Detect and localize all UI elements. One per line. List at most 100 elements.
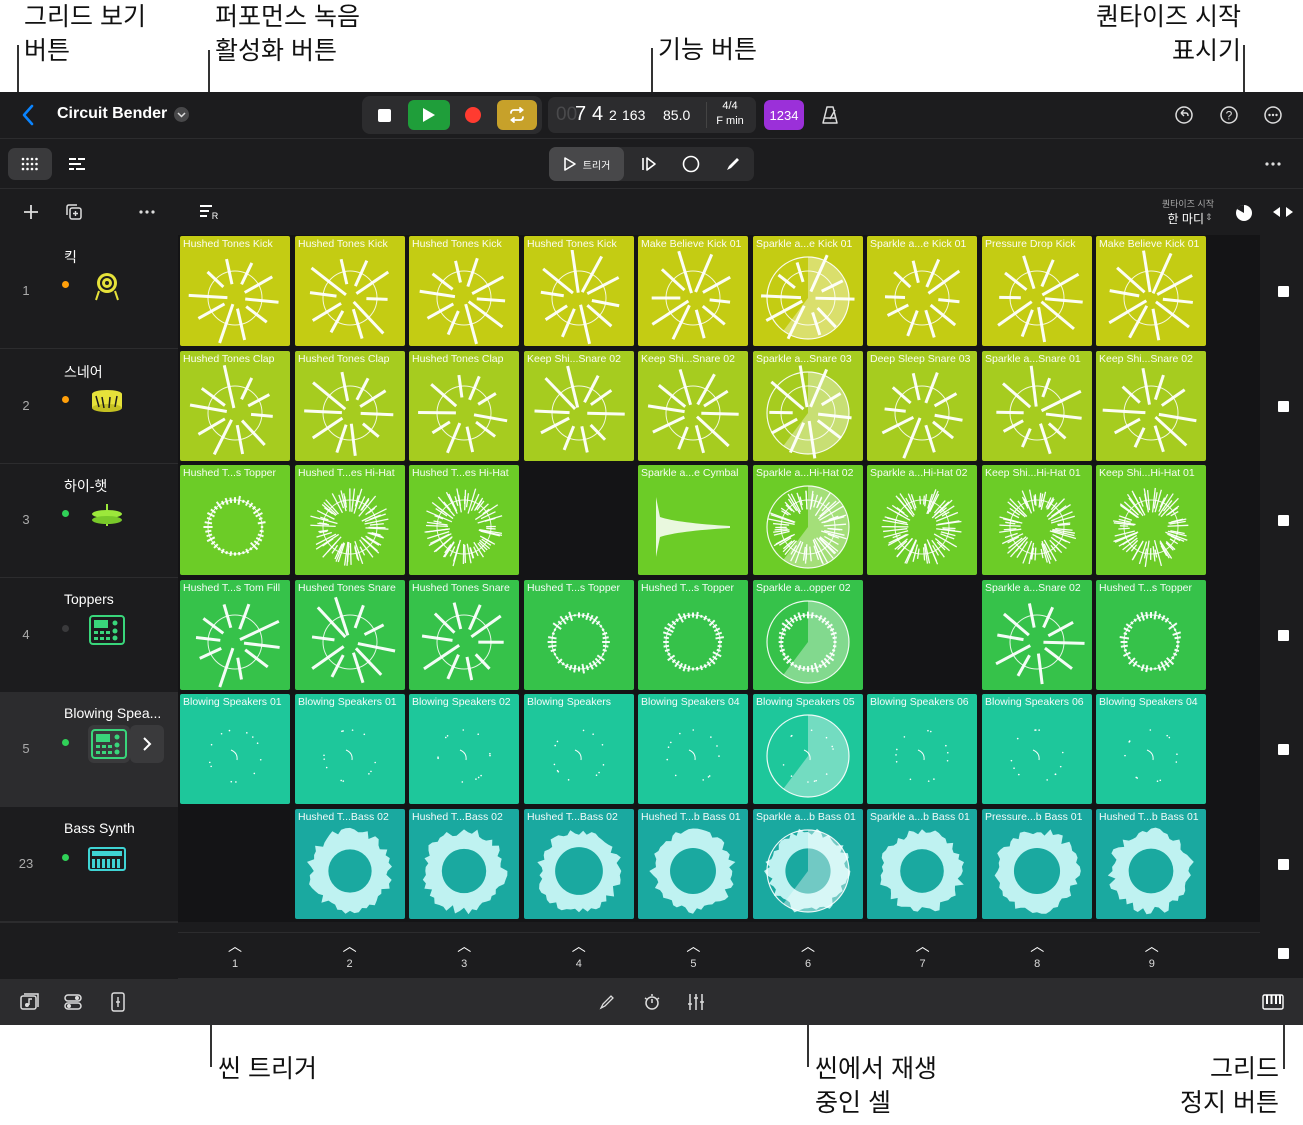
cell[interactable]: Sparkle a...Snare 01 xyxy=(982,351,1092,461)
cell[interactable]: Hushed T...es Hi-Hat xyxy=(409,465,519,575)
chevron-up-icon: ︿ xyxy=(571,938,586,954)
cell[interactable]: Hushed Tones Kick xyxy=(295,236,405,346)
cell[interactable]: Keep Shi...Hi-Hat 01 xyxy=(982,465,1092,575)
bottom-toolbar xyxy=(0,978,1303,1025)
scene-trigger[interactable]: ︿ 9 xyxy=(1095,932,1209,976)
waveform-icon xyxy=(999,489,1077,565)
callout-text: 그리드 보기 xyxy=(24,3,146,31)
scene-trigger[interactable]: ︿ 4 xyxy=(522,932,636,976)
playing-cell[interactable]: Sparkle a...b Bass 01 xyxy=(753,809,863,919)
cell[interactable]: Sparkle a...Snare 02 xyxy=(982,580,1092,690)
cell[interactable]: Hushed T...s Topper xyxy=(180,465,290,575)
grid-stop-button[interactable] xyxy=(1278,948,1289,959)
cell[interactable]: Hushed T...s Topper xyxy=(638,580,748,690)
chevron-up-icon: ︿ xyxy=(228,938,242,954)
waveform-icon xyxy=(421,602,504,681)
cell[interactable]: Keep Shi...Snare 02 xyxy=(524,351,634,461)
cell[interactable]: Hushed Tones Clap xyxy=(180,351,290,461)
scene-trigger[interactable]: ︿1 xyxy=(178,932,292,976)
cell[interactable]: Pressure Drop Kick xyxy=(982,236,1092,346)
track-stop-button[interactable] xyxy=(1278,630,1289,641)
cell[interactable]: Sparkle a...e Kick 01 xyxy=(867,236,977,346)
scene-trigger[interactable]: ︿1 xyxy=(1209,932,1229,976)
cell[interactable]: Hushed Tones Snare xyxy=(295,580,405,690)
waveform-icon xyxy=(537,830,622,913)
track-stop-button[interactable] xyxy=(1278,401,1289,412)
cell[interactable]: Hushed T...Bass 02 xyxy=(409,809,519,919)
cell[interactable]: Pressure...b Bass 01 xyxy=(982,809,1092,919)
library-button[interactable] xyxy=(19,991,41,1013)
cell[interactable]: Blowing Speakers 02 xyxy=(409,694,519,804)
chevron-up-icon: ︿ xyxy=(1144,938,1159,954)
playing-cell[interactable]: Sparkle a...Snare 03 xyxy=(753,351,863,461)
cell[interactable]: Hushed Tones Kick xyxy=(409,236,519,346)
scene-trigger[interactable]: ︿ 2 xyxy=(293,932,407,976)
track-stop-button[interactable] xyxy=(1278,515,1289,526)
track-stop-button[interactable] xyxy=(1278,859,1289,870)
cell-name: Make Believe Kick 01 xyxy=(1099,238,1200,250)
cell[interactable]: Hushed Tones Kick xyxy=(180,236,290,346)
waveform-icon xyxy=(766,600,850,684)
waveform-icon xyxy=(553,729,605,781)
plugins-button[interactable] xyxy=(640,990,664,1014)
playing-cell[interactable]: Blowing Speakers 05 xyxy=(753,694,863,804)
cell-name: Hushed T...es Hi-Hat xyxy=(412,467,509,479)
piano-icon xyxy=(1262,994,1284,1010)
cell-name: Make Believe Kick 01 xyxy=(641,238,742,250)
cell[interactable]: Sparkle a...Hi-Hat 02 xyxy=(867,465,977,575)
cell[interactable]: Hushed T...Bass 02 xyxy=(295,809,405,919)
cell[interactable]: Blowing Speakers xyxy=(524,694,634,804)
waveform-icon xyxy=(422,829,508,915)
cell-name: Blowing Speakers 01 xyxy=(183,696,282,708)
cell[interactable]: Hushed T...es Hi-Hat xyxy=(295,465,405,575)
cell[interactable]: Hushed Tones Snare xyxy=(409,580,519,690)
cell[interactable]: Hushed Tones Clap xyxy=(295,351,405,461)
scene-trigger[interactable]: ︿ 7 xyxy=(866,932,980,976)
cell-name: Sparkle a...Snare 03 xyxy=(756,353,852,365)
cell[interactable]: Sparkle a...e Cymbal xyxy=(638,465,748,575)
waveform-icon xyxy=(996,365,1082,455)
waveform-icon xyxy=(881,372,963,459)
scene-trigger[interactable]: ︿ 8 xyxy=(980,932,1094,976)
track-stop-button[interactable] xyxy=(1278,286,1289,297)
cell[interactable]: Hushed T...s Topper xyxy=(1096,580,1206,690)
playing-cell[interactable]: Sparkle a...opper 02 xyxy=(753,580,863,690)
track-stop-button[interactable] xyxy=(1278,744,1289,755)
cell-name: Hushed Tones Kick xyxy=(298,238,388,250)
cell[interactable]: Hushed Tones Clap xyxy=(409,351,519,461)
edit-button[interactable] xyxy=(596,991,618,1013)
cell[interactable]: Sparkle a...b Bass 01 xyxy=(867,809,977,919)
playing-cell[interactable]: Sparkle a...Hi-Hat 02 xyxy=(753,465,863,575)
inspector-button[interactable] xyxy=(107,991,129,1013)
scene-trigger[interactable]: ︿ 5 xyxy=(636,932,750,976)
cell[interactable]: Make Believe Kick 01 xyxy=(638,236,748,346)
cell-name: Sparkle a...Hi-Hat 02 xyxy=(756,467,854,479)
scene-number: 1 xyxy=(231,958,239,970)
cell[interactable]: Keep Shi...Hi-Hat 01 xyxy=(1096,465,1206,575)
mixer-button[interactable] xyxy=(684,990,708,1014)
cell[interactable]: Hushed T...s Topper xyxy=(524,580,634,690)
cell[interactable]: Make Believe Kick 01 xyxy=(1096,236,1206,346)
cell[interactable]: Keep Shi...Snare 02 xyxy=(638,351,748,461)
waveform-icon xyxy=(651,250,731,340)
cell[interactable]: Hushed T...b Bass 01 xyxy=(1096,809,1206,919)
cell[interactable]: Hushed T...Bass 02 xyxy=(524,809,634,919)
cell[interactable]: Blowing Speakers 06 xyxy=(982,694,1092,804)
cell[interactable]: Blowing Speakers 01 xyxy=(180,694,290,804)
playing-cell[interactable]: Sparkle a...e Kick 01 xyxy=(753,236,863,346)
cell[interactable]: Blowing Speakers 04 xyxy=(638,694,748,804)
cell[interactable]: Deep Sleep Snare 03 xyxy=(867,351,977,461)
cell[interactable]: Keep Shi...Snare 02 xyxy=(1096,351,1206,461)
scene-trigger[interactable]: ︿ 3 xyxy=(407,932,521,976)
scene-trigger[interactable]: ︿ 6 xyxy=(751,932,865,976)
keyboard-button[interactable] xyxy=(1260,990,1286,1014)
waveform-icon xyxy=(766,485,850,569)
cell[interactable]: Hushed Tones Kick xyxy=(524,236,634,346)
cell[interactable]: Blowing Speakers 04 xyxy=(1096,694,1206,804)
cell[interactable]: Hushed T...s Tom Fill xyxy=(180,580,290,690)
cell[interactable]: Hushed T...b Bass 01 xyxy=(638,809,748,919)
callout-grid-view: 그리드 보기 버튼 xyxy=(24,0,146,68)
cell[interactable]: Blowing Speakers 01 xyxy=(295,694,405,804)
cell[interactable]: Blowing Speakers 06 xyxy=(867,694,977,804)
controls-button[interactable] xyxy=(62,991,84,1013)
